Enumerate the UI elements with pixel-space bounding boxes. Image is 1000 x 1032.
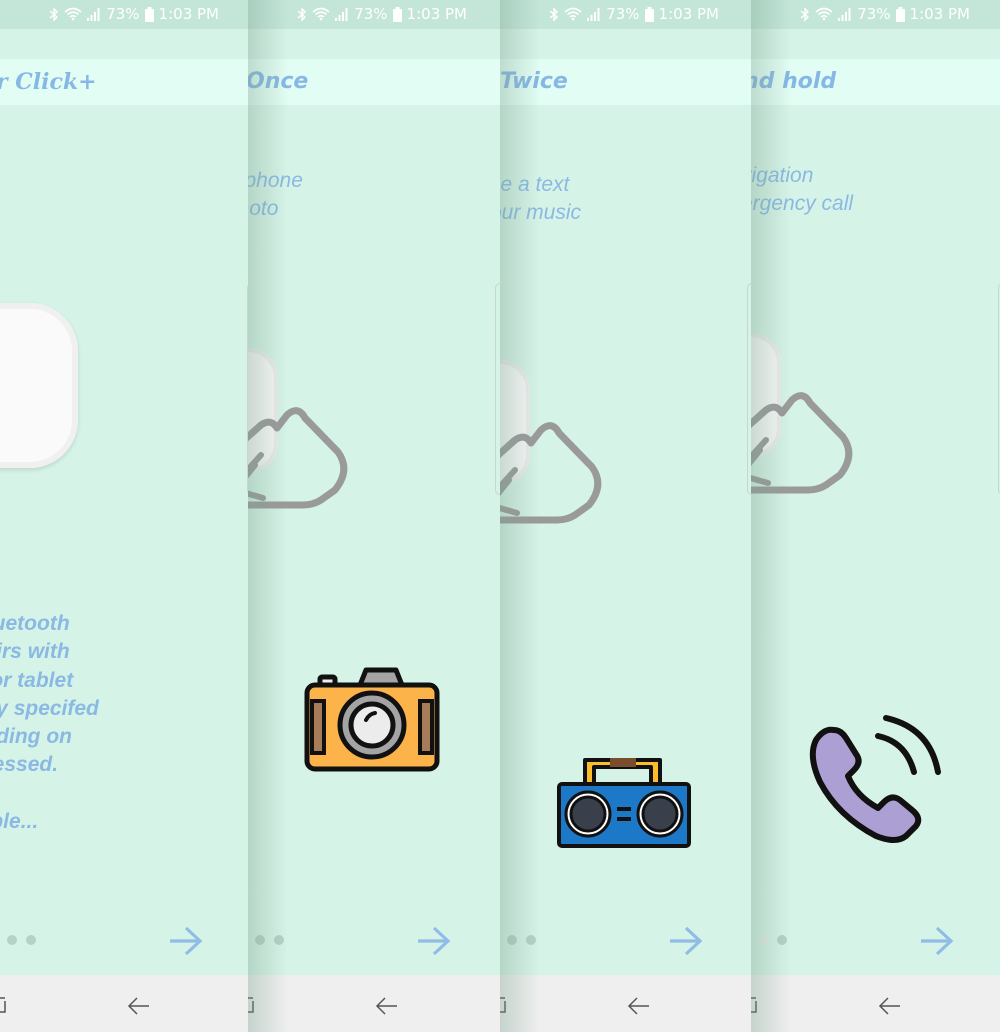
page-title: r Click+	[0, 69, 97, 95]
arrow-right-icon	[418, 926, 451, 956]
title-bar: Once	[248, 59, 500, 105]
hand-press-icon	[500, 422, 602, 524]
page-indicator	[0, 935, 36, 945]
status-bar: 73% 1:03 PM	[248, 0, 500, 29]
recent-apps-icon[interactable]	[248, 997, 254, 1013]
signal-icon	[87, 7, 100, 21]
clock: 1:03 PM	[158, 5, 219, 23]
description-text: se a text our music	[500, 173, 582, 224]
recent-apps-icon[interactable]	[0, 997, 6, 1013]
status-bar: 73% 1:03 PM	[751, 0, 1000, 29]
page-dot	[526, 935, 536, 945]
onboarding-panel-press-twice: 73% 1:03 PM Twice se a text our music	[500, 0, 752, 1032]
recent-apps-icon[interactable]	[500, 997, 506, 1013]
wifi-icon	[815, 7, 833, 21]
battery-icon	[644, 6, 654, 22]
signal-icon	[838, 7, 851, 21]
system-nav-bar	[0, 975, 252, 1032]
next-button[interactable]	[168, 925, 204, 957]
page-dot-active	[758, 935, 768, 945]
wifi-icon	[564, 7, 582, 21]
system-nav-bar	[500, 975, 752, 1032]
page-title: Twice	[500, 69, 568, 94]
arrow-right-icon	[670, 926, 703, 956]
page-title: Once	[248, 69, 309, 94]
signal-icon	[335, 7, 348, 21]
page-dot	[507, 935, 517, 945]
onboarding-panel-press-once: 73% 1:03 PM Once ur phone photo	[248, 0, 500, 1032]
system-nav-bar	[751, 975, 1000, 1032]
arrow-right-icon	[921, 926, 954, 956]
battery-icon	[144, 6, 154, 22]
clock: 1:03 PM	[909, 5, 970, 23]
bluetooth-icon	[297, 6, 307, 22]
page-dot	[255, 935, 265, 945]
bluetooth-icon	[49, 6, 59, 22]
description-text: vigation ergency call	[751, 164, 854, 215]
system-nav-bar	[248, 975, 500, 1032]
page-dot	[7, 935, 17, 945]
battery-percent: 73%	[354, 5, 388, 23]
page-title: nd hold	[751, 69, 837, 94]
next-button[interactable]	[416, 925, 452, 957]
battery-icon	[392, 6, 402, 22]
recent-apps-icon[interactable]	[751, 997, 757, 1013]
page-indicator	[248, 935, 284, 945]
back-icon[interactable]	[627, 995, 651, 1017]
back-icon[interactable]	[878, 995, 902, 1017]
bluetooth-icon	[549, 6, 559, 22]
page-dot	[26, 935, 36, 945]
bluetooth-icon	[800, 6, 810, 22]
onboarding-panel-press-and-hold: 73% 1:03 PM nd hold vigation ergency cal…	[751, 0, 1000, 1032]
intro-text: Bluetooth pairs with ne or tablet any sp…	[0, 612, 99, 834]
next-button[interactable]	[919, 925, 955, 957]
battery-percent: 73%	[857, 5, 891, 23]
page-dot	[777, 935, 787, 945]
page-indicator	[500, 935, 536, 945]
title-bar: r Click+	[0, 59, 252, 105]
status-bar: 73% 1:03 PM	[500, 0, 752, 29]
hand-press-icon	[248, 407, 348, 509]
phone-call-icon	[809, 715, 941, 843]
onboarding-panel-intro: 73% 1:03 PM r Click+ Bluetooth pairs wit…	[0, 0, 252, 1032]
status-bar: 73% 1:03 PM	[0, 0, 252, 29]
click-device-image	[0, 303, 78, 468]
wifi-icon	[312, 7, 330, 21]
wifi-icon	[64, 7, 82, 21]
hand-press-icon	[751, 392, 853, 494]
back-icon[interactable]	[375, 995, 399, 1017]
title-bar: nd hold	[751, 59, 1000, 105]
arrow-right-icon	[170, 926, 203, 956]
clock: 1:03 PM	[658, 5, 719, 23]
battery-icon	[895, 6, 905, 22]
battery-percent: 73%	[606, 5, 640, 23]
battery-percent: 73%	[106, 5, 140, 23]
camera-icon	[304, 667, 440, 772]
page-dot	[274, 935, 284, 945]
page-indicator	[751, 935, 787, 945]
signal-icon	[587, 7, 600, 21]
description-text: ur phone photo	[248, 169, 303, 220]
back-icon[interactable]	[127, 995, 151, 1017]
next-button[interactable]	[668, 925, 704, 957]
clock: 1:03 PM	[406, 5, 467, 23]
title-bar: Twice	[500, 59, 752, 105]
boombox-icon	[557, 758, 691, 848]
